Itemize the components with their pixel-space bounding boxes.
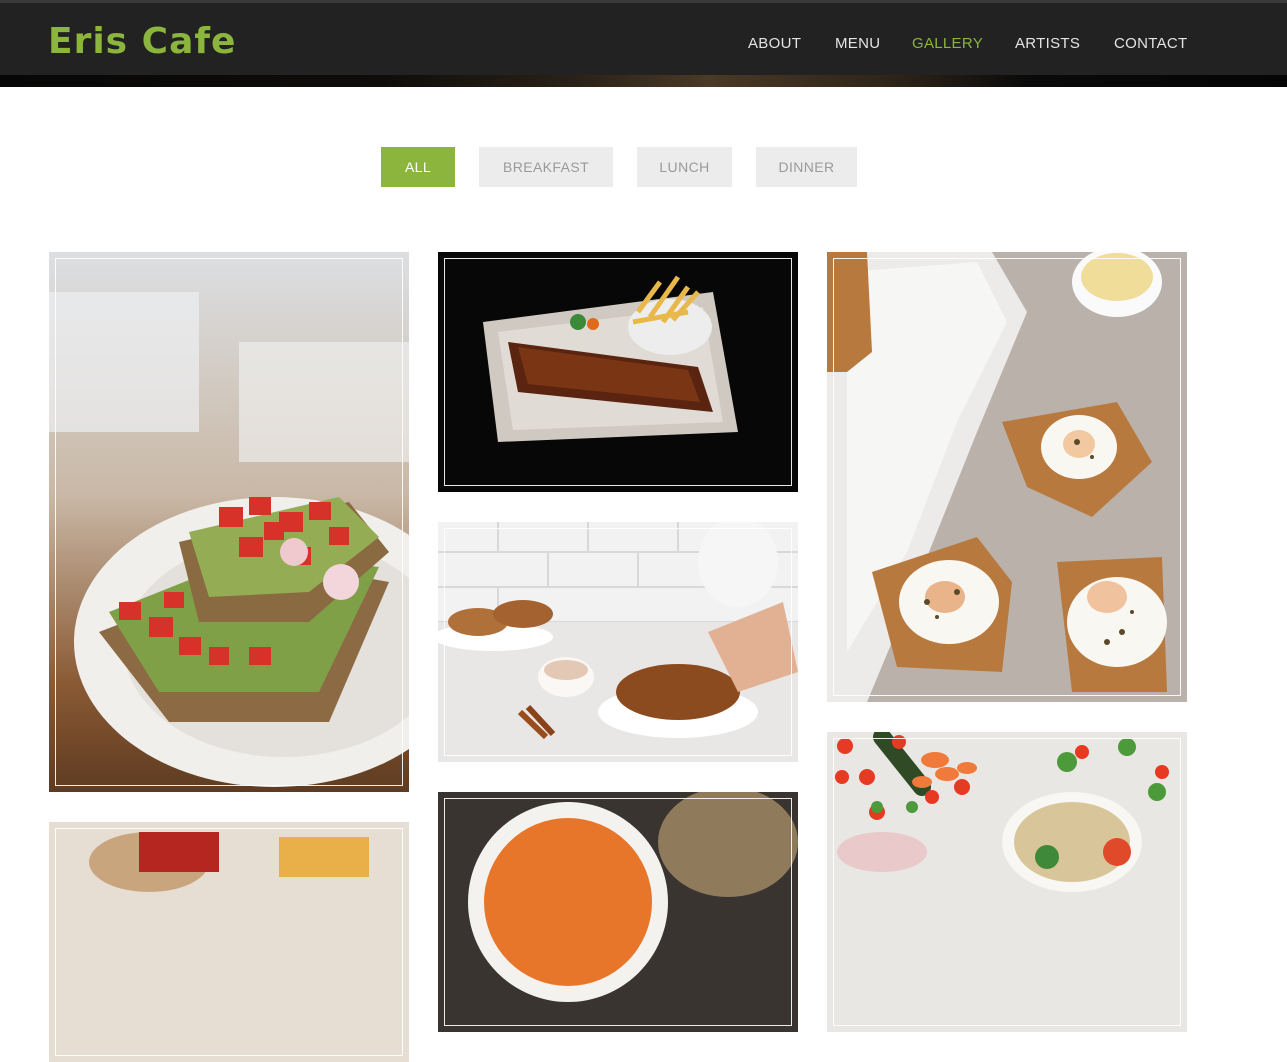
bbq-ribs-with-fries-photo [438,252,798,492]
filter-lunch-button[interactable]: LUNCH [637,147,732,187]
nav-about[interactable]: ABOUT [748,35,801,52]
vegetables-salad-photo [827,732,1187,1032]
nav-gallery[interactable]: GALLERY [912,35,983,52]
nav-artists[interactable]: ARTISTS [1015,35,1080,52]
top-navbar: Eris Cafe ABOUT MENU GALLERY ARTISTS CON… [0,0,1287,75]
nav-menu[interactable]: MENU [835,35,880,52]
gallery-item-soup[interactable] [438,792,798,1032]
waffles-with-eggs-photo [827,252,1187,702]
pizza-slice-photo [49,822,409,1062]
main-nav: ABOUT MENU GALLERY ARTISTS CONTACT [0,35,1287,55]
nav-contact[interactable]: CONTACT [1114,35,1187,52]
tomato-soup-bowl-photo [438,792,798,1032]
gallery-item-waffles[interactable] [827,252,1187,702]
filter-dinner-button[interactable]: DINNER [756,147,857,187]
filter-breakfast-button[interactable]: BREAKFAST [479,147,613,187]
gallery-item-ribs[interactable] [438,252,798,492]
gallery-item-pastry[interactable] [438,522,798,762]
gallery-item-pizza[interactable] [49,822,409,1062]
hero-image-edge [0,75,1287,87]
filter-all-button[interactable]: ALL [381,147,455,187]
gallery-item-avocado-toast[interactable] [49,252,409,792]
gallery-item-vegetables[interactable] [827,732,1187,1032]
avocado-tomato-toast-photo [49,252,409,792]
pastry-and-cinnamon-photo [438,522,798,762]
